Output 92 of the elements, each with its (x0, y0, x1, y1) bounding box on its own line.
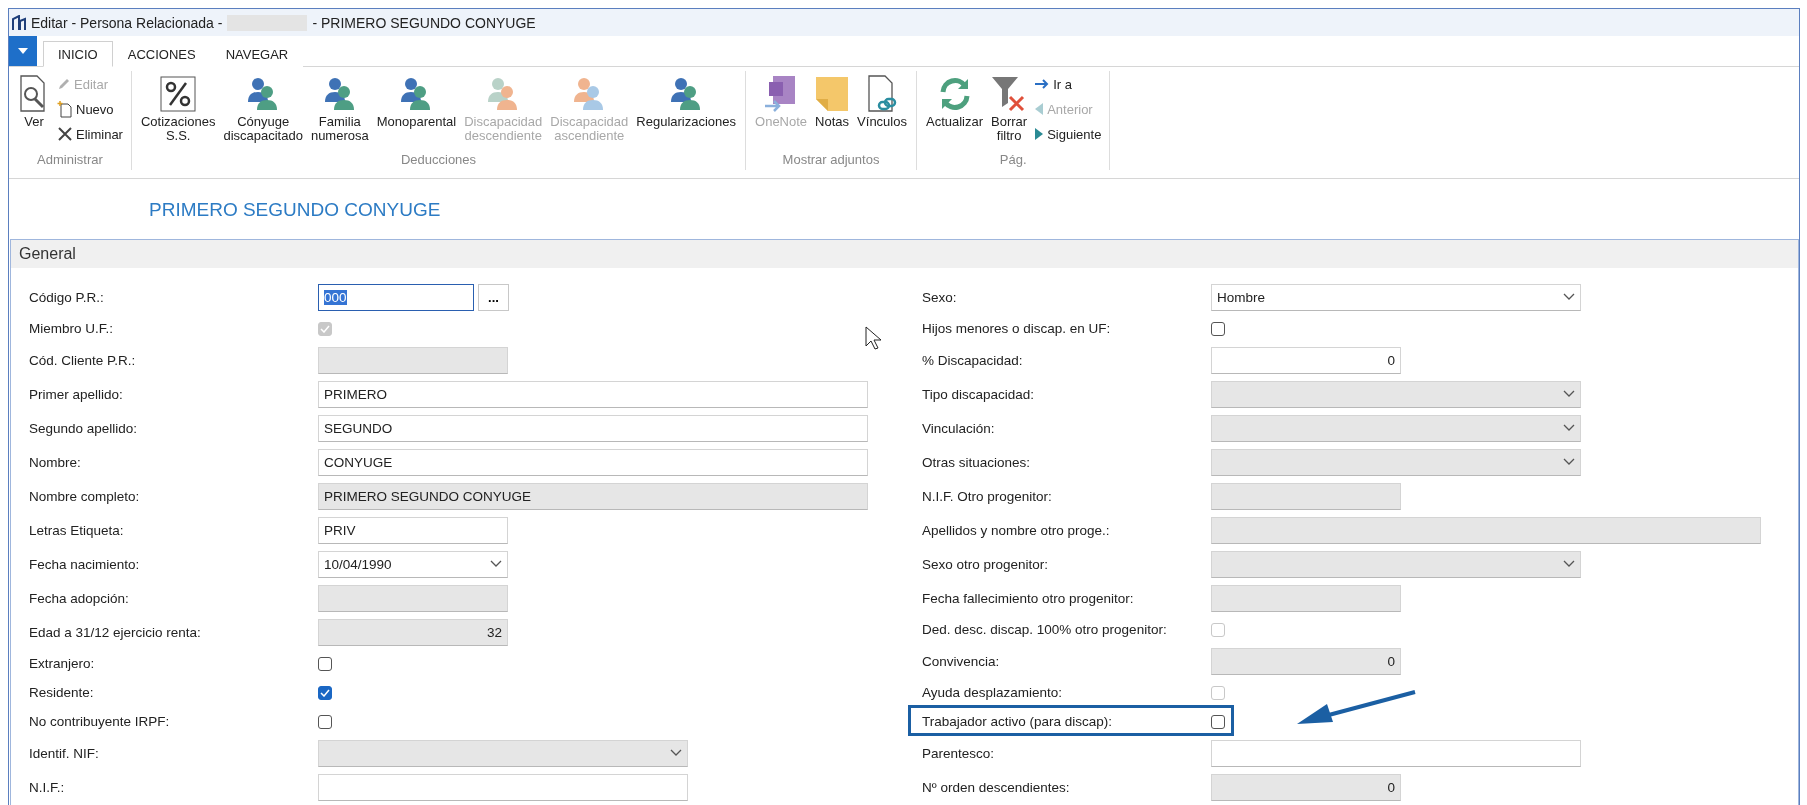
ribbon-button[interactable]: Ir a (1032, 73, 1104, 95)
arrow-right-icon (1034, 78, 1051, 90)
ribbon-button[interactable]: Regularizaciones (633, 71, 740, 152)
field-label: Primer apellido: (29, 386, 124, 402)
sticky-note-icon (815, 76, 850, 112)
ribbon-button[interactable]: Notas (812, 71, 853, 152)
mouse-cursor-icon (865, 326, 881, 350)
field-label: Cód. Cliente P.R.: (29, 352, 137, 368)
ribbon-button[interactable]: Actualizar (922, 71, 987, 152)
ribbon-button[interactable]: Eliminar (55, 123, 125, 145)
app-icon (12, 14, 26, 31)
field-label: N.I.F. Otro progenitor: (922, 488, 1053, 504)
field-label: N.I.F.: (29, 779, 66, 795)
chevron-down-icon (1563, 458, 1575, 466)
ribbon-button[interactable]: Cónyuge discapacitado (220, 71, 306, 152)
field-label: Hijos menores o discap. en UF: (922, 321, 1112, 336)
input-field[interactable]: SEGUNDO (318, 414, 868, 442)
input-field[interactable]: PRIMERO (318, 380, 868, 408)
ribbon-button[interactable]: Monoparental (373, 71, 460, 152)
checkbox[interactable] (318, 714, 332, 729)
ribbon-button[interactable]: Familia numerosa (307, 71, 372, 152)
people-icon (322, 76, 357, 112)
field-label: Sexo otro progenitor: (922, 556, 1050, 572)
triangle-left-icon (1034, 102, 1045, 116)
field-label: Fecha fallecimiento otro progenitor: (922, 590, 1135, 606)
page-heading: PRIMERO SEGUNDO CONYUGE (149, 199, 441, 220)
field-label: Nº orden descendientes: (922, 779, 1071, 795)
field-label: Trabajador activo (para discap): (922, 714, 1114, 729)
percent-icon (160, 76, 197, 112)
field-label: Convivencia: (922, 653, 1001, 669)
checkbox[interactable] (318, 685, 332, 700)
close-icon (57, 126, 73, 142)
input-field[interactable]: CONYUGE (318, 448, 868, 476)
lookup-button[interactable]: ... (478, 283, 509, 311)
ribbon-button[interactable]: Borrar filtro (988, 71, 1031, 152)
ribbon-button[interactable]: Siguiente (1032, 123, 1104, 145)
chevron-down-icon (1563, 424, 1575, 432)
field-label: Miembro U.F.: (29, 321, 114, 336)
ribbon-button[interactable]: Vínculos (854, 71, 910, 152)
field-label: % Discapacidad: (922, 352, 1024, 368)
field-label: No contribuyente IRPF: (29, 714, 171, 729)
field-label: Letras Etiqueta: (29, 522, 125, 538)
ribbon-button[interactable]: Cotizaciones S.S. (137, 71, 219, 152)
group-label: Pág. (998, 152, 1028, 169)
window-title: Editar - Persona Relacionada - (31, 14, 223, 31)
field-label: Otras situaciones: (922, 454, 1032, 470)
field-label: Código P.R.: (29, 289, 105, 305)
section-title: General (19, 245, 76, 263)
caret-down-icon (18, 48, 28, 54)
field-label: Tipo discapacidad: (922, 386, 1036, 402)
checkbox[interactable] (318, 656, 332, 671)
checkbox[interactable] (1211, 714, 1225, 729)
chevron-down-icon (670, 749, 682, 757)
new-document-icon (57, 100, 73, 118)
dropdown-field[interactable]: 10/04/1990 (318, 550, 508, 578)
chevron-down-icon (1563, 560, 1575, 568)
chevron-down-icon (1563, 293, 1575, 301)
field-label: Apellidos y nombre otro proge.: (922, 522, 1111, 538)
checkbox[interactable] (1211, 321, 1225, 336)
field-label: Fecha nacimiento: (29, 556, 141, 572)
chevron-down-icon (1563, 390, 1575, 398)
group-label: Mostrar adjuntos (781, 152, 881, 169)
field-label: Vinculación: (922, 420, 996, 436)
input-field[interactable]: PRIV (318, 516, 508, 544)
field-label: Nombre completo: (29, 488, 141, 504)
field-label: Edad a 31/12 ejercicio renta: (29, 624, 202, 640)
chevron-down-icon (490, 560, 502, 568)
input-field[interactable] (318, 773, 688, 801)
document-link-icon (866, 74, 899, 114)
window-title: - PRIMERO SEGUNDO CONYUGE (312, 14, 536, 31)
input-field[interactable] (1211, 739, 1581, 767)
dropdown-field[interactable]: Hombre (1211, 283, 1581, 311)
menu-button[interactable] (9, 36, 37, 66)
field-label: Extranjero: (29, 656, 96, 671)
triangle-right-icon (1034, 127, 1045, 141)
group-label: Deducciones (399, 152, 478, 169)
group-label: Administrar (36, 152, 104, 169)
input-field[interactable]: 0 (1211, 346, 1401, 374)
pencil-icon (57, 77, 71, 91)
field-label: Segundo apellido: (29, 420, 139, 436)
input-field[interactable]: 000 (318, 283, 474, 311)
ribbon-tab[interactable]: INICIO (43, 41, 113, 67)
ribbon-button[interactable]: Nuevo (55, 98, 125, 120)
field-label: Sexo: (922, 289, 958, 305)
field-label: Fecha adopción: (29, 590, 130, 606)
field-label: Nombre: (29, 454, 82, 470)
field-label: Residente: (29, 685, 95, 700)
field-label: Identif. NIF: (29, 745, 100, 761)
field-label: Ded. desc. discap. 100% otro progenitor: (922, 622, 1168, 637)
field-label: Parentesco: (922, 745, 996, 761)
field-label: Ayuda desplazamiento: (922, 685, 1064, 700)
ribbon-button[interactable]: Ver (15, 71, 53, 152)
